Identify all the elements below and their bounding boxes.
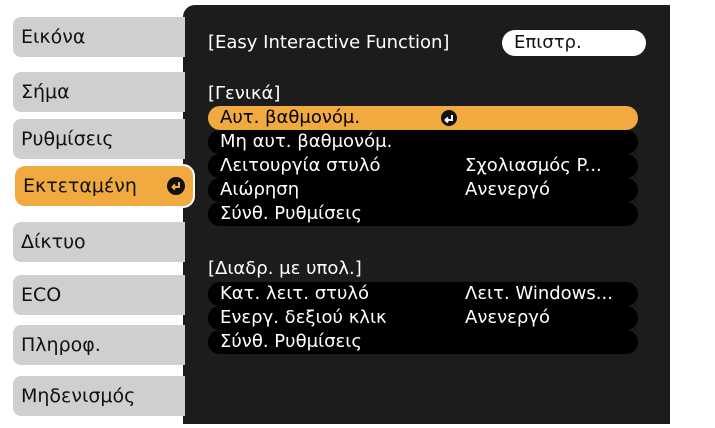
sidebar-item-label: ECO bbox=[21, 284, 62, 306]
row-value: Λειτ. Windows... bbox=[465, 283, 613, 304]
row-label: Σύνθ. Ρυθμίσεις bbox=[220, 203, 362, 224]
sidebar-item-settings[interactable]: Ρυθμίσεις bbox=[13, 119, 185, 159]
enter-arrow-icon bbox=[167, 177, 185, 195]
menu-row-manual-calibration[interactable]: Μη αυτ. βαθμονόμ. bbox=[208, 130, 638, 154]
sidebar-item-label: Δίκτυο bbox=[21, 231, 86, 253]
row-label: Ενεργ. δεξιού κλικ bbox=[220, 307, 387, 328]
sidebar-item-label: Ρυθμίσεις bbox=[21, 128, 114, 150]
right-margin bbox=[670, 5, 715, 424]
sidebar-item-extended[interactable]: Εκτεταμένη bbox=[15, 166, 193, 206]
sidebar-item-label: Πληροφ. bbox=[21, 334, 101, 356]
row-label: Αυτ. βαθμονόμ. bbox=[220, 107, 361, 128]
menu-row-advanced-settings-pc[interactable]: Σύνθ. Ρυθμίσεις bbox=[208, 330, 638, 354]
row-label: Κατ. λειτ. στυλό bbox=[220, 283, 370, 304]
row-label: Αιώρηση bbox=[220, 179, 300, 200]
menu-row-pen-mode[interactable]: Λειτουργία στυλό Σχολιασμός P... bbox=[208, 154, 638, 178]
back-button[interactable]: Επιστρ. bbox=[502, 30, 646, 56]
row-value: Ανενεργό bbox=[465, 307, 550, 328]
section-heading-general: [Γενικά] bbox=[208, 83, 281, 104]
section-heading-pc-interaction: [Διαδρ. με υπολ.] bbox=[208, 258, 362, 279]
back-button-label: Επιστρ. bbox=[514, 32, 582, 53]
row-value: Σχολιασμός P... bbox=[465, 155, 602, 176]
sidebar-item-network[interactable]: Δίκτυο bbox=[13, 222, 185, 262]
sidebar-item-info[interactable]: Πληροφ. bbox=[13, 325, 185, 365]
sidebar-item-signal[interactable]: Σήμα bbox=[13, 72, 185, 112]
row-label: Μη αυτ. βαθμονόμ. bbox=[220, 131, 393, 152]
sidebar-item-eco[interactable]: ECO bbox=[13, 275, 185, 315]
row-label: Σύνθ. Ρυθμίσεις bbox=[220, 331, 362, 352]
menu-row-auto-calibration[interactable]: Αυτ. βαθμονόμ. bbox=[208, 106, 638, 130]
menu-row-hover[interactable]: Αιώρηση Ανενεργό bbox=[208, 178, 638, 202]
sidebar-item-label: Εικόνα bbox=[21, 26, 86, 48]
row-label: Λειτουργία στυλό bbox=[220, 155, 381, 176]
sidebar-item-label: Εκτεταμένη bbox=[23, 175, 137, 197]
projector-menu-screen: Εικόνα Σήμα Ρυθμίσεις Εκτεταμένη Δίκτυο … bbox=[0, 0, 715, 428]
page-title: [Easy Interactive Function] bbox=[208, 32, 450, 53]
menu-row-advanced-settings[interactable]: Σύνθ. Ρυθμίσεις bbox=[208, 202, 638, 226]
sidebar-item-image[interactable]: Εικόνα bbox=[13, 17, 185, 57]
menu-row-pen-operation-mode[interactable]: Κατ. λειτ. στυλό Λειτ. Windows... bbox=[208, 282, 638, 306]
menu-row-enable-right-click[interactable]: Ενεργ. δεξιού κλικ Ανενεργό bbox=[208, 306, 638, 330]
sidebar-item-label: Μηδενισμός bbox=[21, 385, 136, 407]
sidebar-item-label: Σήμα bbox=[21, 81, 70, 103]
sidebar-item-reset[interactable]: Μηδενισμός bbox=[13, 376, 185, 416]
row-value: Ανενεργό bbox=[465, 179, 550, 200]
enter-icon bbox=[441, 110, 457, 126]
